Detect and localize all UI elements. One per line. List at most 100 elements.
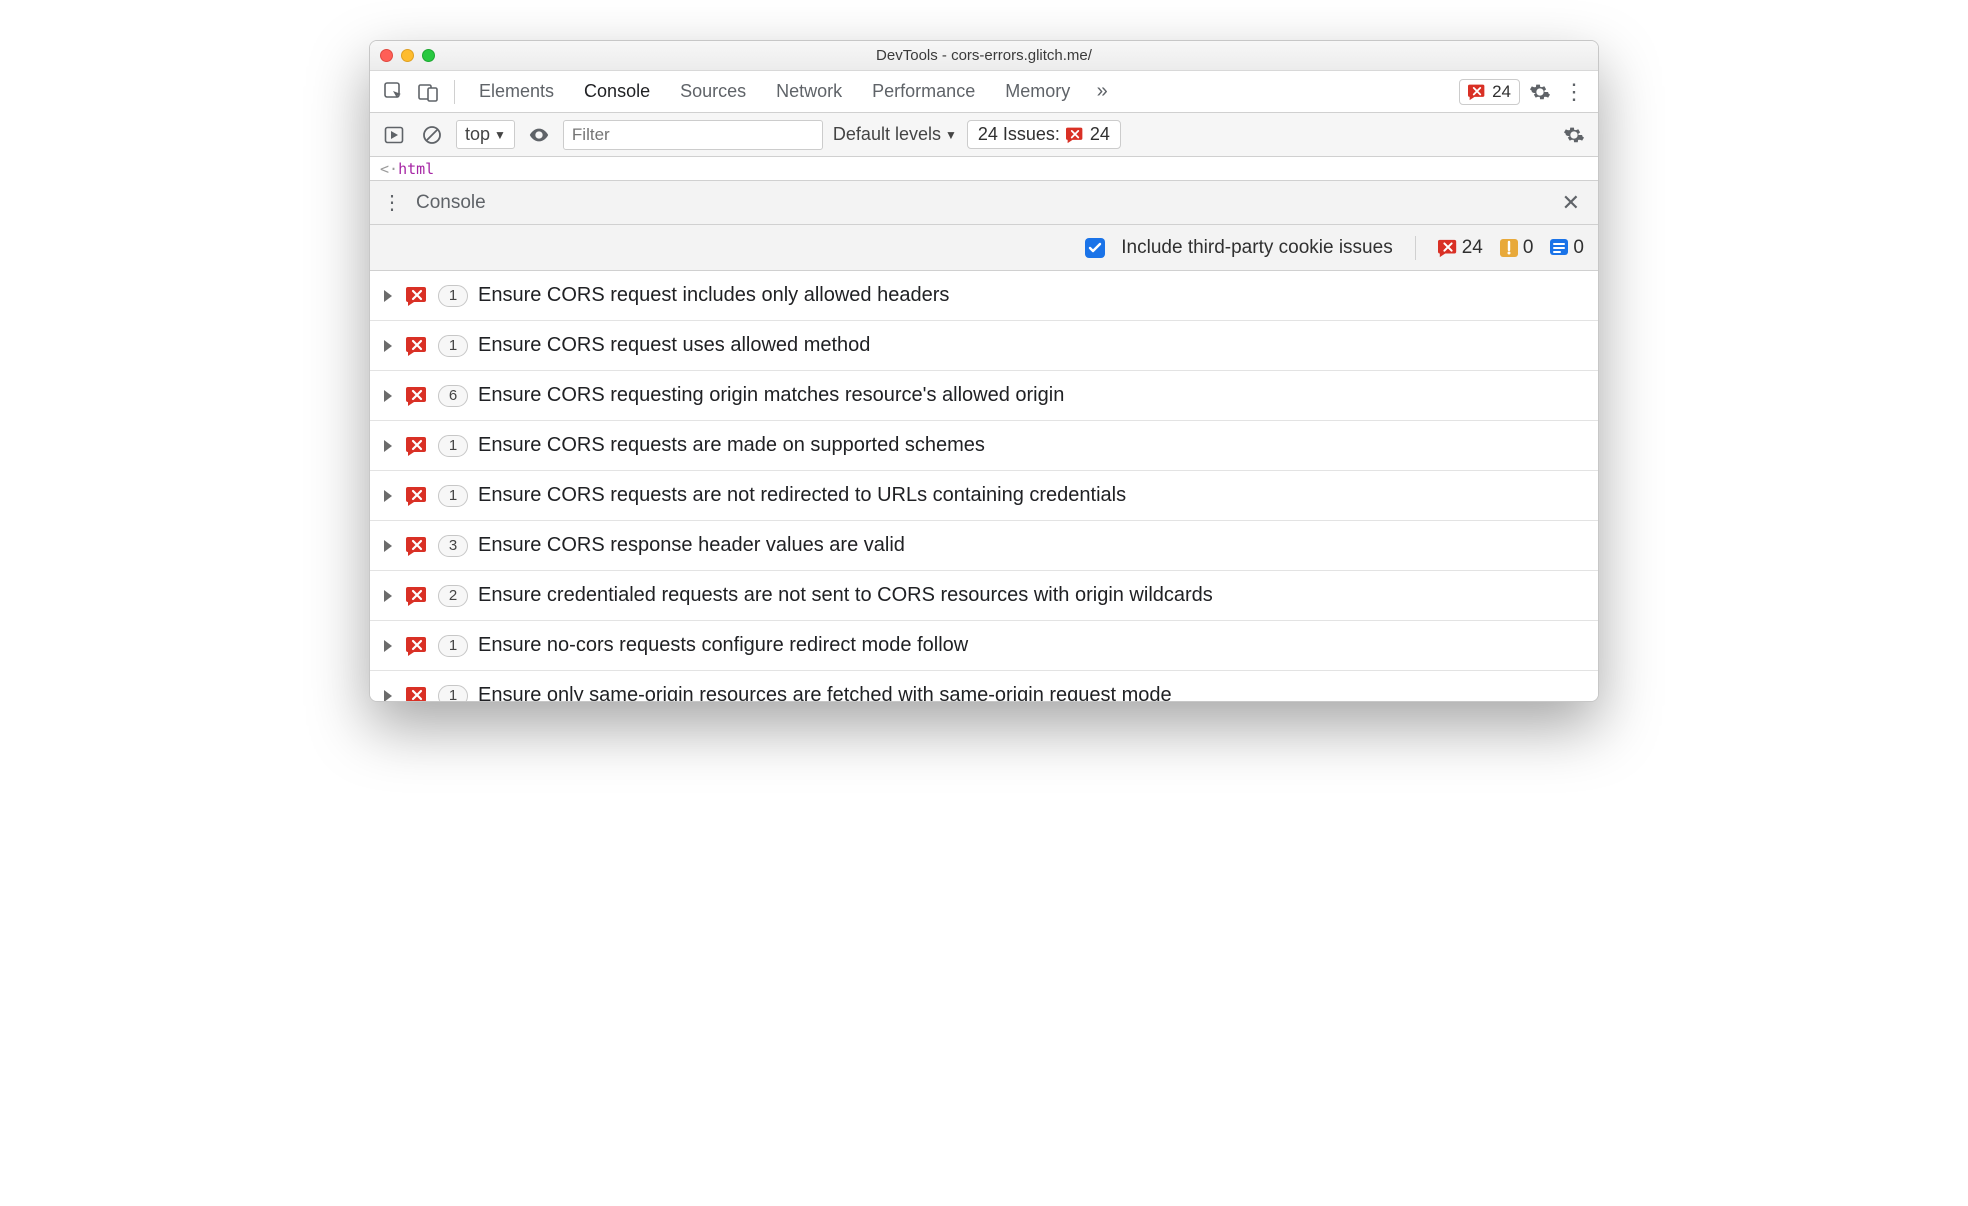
error-icon bbox=[406, 635, 428, 657]
issue-count-badge: 1 bbox=[438, 685, 468, 702]
issue-count-badge: 1 bbox=[438, 335, 468, 357]
clear-console-icon[interactable] bbox=[418, 121, 446, 149]
issue-count-badge: 1 bbox=[438, 485, 468, 507]
issue-count-badge: 1 bbox=[438, 635, 468, 657]
issue-count-badge: 6 bbox=[438, 385, 468, 407]
error-icon bbox=[406, 485, 428, 507]
source-strip: <· html bbox=[370, 157, 1598, 181]
disclosure-triangle-icon[interactable] bbox=[384, 390, 392, 402]
error-icon bbox=[1468, 83, 1486, 101]
error-icon bbox=[406, 585, 428, 607]
disclosure-triangle-icon[interactable] bbox=[384, 540, 392, 552]
execute-icon[interactable] bbox=[380, 121, 408, 149]
error-icon bbox=[406, 335, 428, 357]
issue-row[interactable]: 1 Ensure CORS requests are made on suppo… bbox=[370, 421, 1598, 471]
tab-label: Console bbox=[584, 81, 650, 102]
warning-icon bbox=[1499, 238, 1519, 258]
disclosure-triangle-icon[interactable] bbox=[384, 640, 392, 652]
error-count: 24 bbox=[1492, 82, 1511, 102]
disclosure-triangle-icon[interactable] bbox=[384, 340, 392, 352]
disclosure-triangle-icon[interactable] bbox=[384, 290, 392, 302]
tab-elements[interactable]: Elements bbox=[467, 71, 566, 112]
issue-row[interactable]: 1 Ensure only same-origin resources are … bbox=[370, 671, 1598, 701]
error-icon bbox=[406, 435, 428, 457]
close-drawer-icon[interactable]: ✕ bbox=[1556, 186, 1586, 220]
warnings-summary[interactable]: 0 bbox=[1499, 237, 1534, 259]
context-selector[interactable]: top ▼ bbox=[456, 120, 515, 149]
issue-title: Ensure CORS requests are made on support… bbox=[478, 434, 985, 457]
issue-count-badge: 2 bbox=[438, 585, 468, 607]
tab-label: Performance bbox=[872, 81, 975, 102]
drawer-menu-icon[interactable]: ⋮ bbox=[382, 190, 402, 215]
issue-row[interactable]: 1 Ensure no-cors requests configure redi… bbox=[370, 621, 1598, 671]
window-titlebar: DevTools - cors-errors.glitch.me/ bbox=[370, 41, 1598, 71]
tab-performance[interactable]: Performance bbox=[860, 71, 987, 112]
tab-console[interactable]: Console bbox=[572, 71, 662, 112]
issues-pill[interactable]: 24 Issues: 24 bbox=[967, 120, 1121, 149]
drawer-header: ⋮ Console ✕ bbox=[370, 181, 1598, 225]
console-toolbar: top ▼ Default levels ▼ 24 Issues: 24 bbox=[370, 113, 1598, 157]
more-tabs-icon[interactable]: » bbox=[1088, 78, 1116, 106]
device-toolbar-icon[interactable] bbox=[414, 78, 442, 106]
issues-list[interactable]: 1 Ensure CORS request includes only allo… bbox=[370, 271, 1598, 701]
issue-title: Ensure CORS request uses allowed method bbox=[478, 334, 870, 357]
issues-label: 24 Issues: bbox=[978, 124, 1060, 145]
log-levels-selector[interactable]: Default levels ▼ bbox=[833, 124, 957, 145]
devtools-window: DevTools - cors-errors.glitch.me/ Elemen… bbox=[369, 40, 1599, 702]
issue-row[interactable]: 3 Ensure CORS response header values are… bbox=[370, 521, 1598, 571]
tab-memory[interactable]: Memory bbox=[993, 71, 1082, 112]
issue-title: Ensure credentialed requests are not sen… bbox=[478, 584, 1213, 607]
drawer-title: Console bbox=[416, 192, 486, 214]
issue-row[interactable]: 1 Ensure CORS request includes only allo… bbox=[370, 271, 1598, 321]
issue-title: Ensure only same-origin resources are fe… bbox=[478, 684, 1172, 701]
info-summary[interactable]: 0 bbox=[1549, 237, 1584, 259]
error-icon bbox=[406, 285, 428, 307]
issue-row[interactable]: 1 Ensure CORS request uses allowed metho… bbox=[370, 321, 1598, 371]
disclosure-triangle-icon[interactable] bbox=[384, 490, 392, 502]
tab-sources[interactable]: Sources bbox=[668, 71, 758, 112]
issue-title: Ensure CORS requesting origin matches re… bbox=[478, 384, 1064, 407]
filter-input[interactable] bbox=[563, 120, 823, 150]
tab-network[interactable]: Network bbox=[764, 71, 854, 112]
errors-count: 24 bbox=[1462, 237, 1483, 259]
disclosure-triangle-icon[interactable] bbox=[384, 590, 392, 602]
include-third-party-checkbox[interactable] bbox=[1085, 238, 1105, 258]
issue-title: Ensure CORS request includes only allowe… bbox=[478, 284, 949, 307]
error-icon bbox=[406, 535, 428, 557]
warnings-count: 0 bbox=[1523, 237, 1534, 259]
divider bbox=[454, 80, 455, 104]
issue-row[interactable]: 2 Ensure credentialed requests are not s… bbox=[370, 571, 1598, 621]
live-expression-icon[interactable] bbox=[525, 121, 553, 149]
context-label: top bbox=[465, 124, 490, 145]
devtools-tabbar: Elements Console Sources Network Perform… bbox=[370, 71, 1598, 113]
error-icon bbox=[406, 385, 428, 407]
chevron-down-icon: ▼ bbox=[494, 128, 506, 142]
disclosure-triangle-icon[interactable] bbox=[384, 440, 392, 452]
angle-bracket: <· bbox=[380, 160, 398, 178]
issue-row[interactable]: 6 Ensure CORS requesting origin matches … bbox=[370, 371, 1598, 421]
tab-label: Memory bbox=[1005, 81, 1070, 102]
error-icon bbox=[1066, 126, 1084, 144]
issue-count-badge: 1 bbox=[438, 285, 468, 307]
errors-summary[interactable]: 24 bbox=[1438, 237, 1483, 259]
settings-gear-icon[interactable] bbox=[1526, 78, 1554, 106]
issue-title: Ensure CORS requests are not redirected … bbox=[478, 484, 1126, 507]
issue-count-badge: 1 bbox=[438, 435, 468, 457]
tab-label: Sources bbox=[680, 81, 746, 102]
error-icon bbox=[406, 685, 428, 702]
kebab-menu-icon[interactable]: ⋮ bbox=[1560, 78, 1588, 106]
error-count-pill[interactable]: 24 bbox=[1459, 79, 1520, 105]
issues-options-row: Include third-party cookie issues 24 0 0 bbox=[370, 225, 1598, 271]
include-third-party-label: Include third-party cookie issues bbox=[1121, 237, 1392, 259]
chevron-down-icon: ▼ bbox=[945, 128, 957, 142]
console-settings-gear-icon[interactable] bbox=[1560, 121, 1588, 149]
levels-label: Default levels bbox=[833, 124, 941, 145]
issue-title: Ensure CORS response header values are v… bbox=[478, 534, 905, 557]
inspect-element-icon[interactable] bbox=[380, 78, 408, 106]
issue-row[interactable]: 1 Ensure CORS requests are not redirecte… bbox=[370, 471, 1598, 521]
tab-label: Network bbox=[776, 81, 842, 102]
issue-count-badge: 3 bbox=[438, 535, 468, 557]
tab-label: Elements bbox=[479, 81, 554, 102]
info-icon bbox=[1549, 238, 1569, 258]
disclosure-triangle-icon[interactable] bbox=[384, 690, 392, 702]
